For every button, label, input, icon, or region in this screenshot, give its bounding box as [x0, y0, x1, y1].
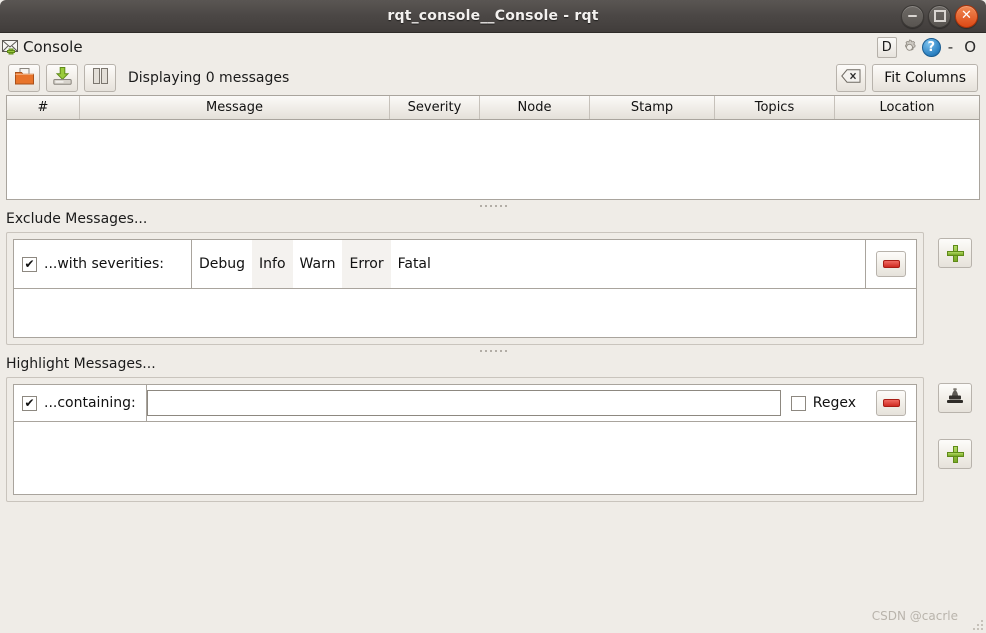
exclude-filter-area: ✔ ...with severities: Debug Info Warn Error…	[6, 232, 980, 345]
severity-item-fatal[interactable]: Fatal	[391, 240, 438, 288]
watermark: CSDN @cacrle	[871, 609, 958, 623]
exclude-filter-empty-area	[14, 289, 916, 337]
pause-button[interactable]	[84, 64, 116, 92]
app-window: rqt_console__Console - rqt ✕ Console D ?…	[0, 0, 986, 633]
regex-cell: ✔ Regex	[780, 385, 866, 421]
title-bar: rqt_console__Console - rqt ✕	[0, 0, 986, 33]
window-controls: ✕	[901, 0, 978, 32]
maximize-icon	[933, 10, 946, 22]
close-icon: ✕	[961, 8, 972, 23]
regex-checkbox[interactable]: ✔	[790, 395, 806, 411]
message-table-header: # Message Severity Node Stamp Topics Location	[7, 96, 979, 120]
highlight-rule-check-cell: ✔ ...containing:	[14, 385, 147, 421]
highlight-rule-label: ...containing:	[44, 395, 136, 411]
splitter-grip-2	[479, 349, 507, 352]
gear-icon[interactable]	[900, 38, 919, 57]
dock-d-button[interactable]: D	[876, 36, 897, 58]
plus-icon	[946, 445, 964, 463]
exclude-rule-check-cell: ✔ ...with severities:	[14, 240, 192, 288]
severity-item-debug[interactable]: Debug	[192, 240, 252, 288]
highlight-section-label: Highlight Messages...	[6, 356, 156, 372]
highlight-exclusion-toggle-button[interactable]	[938, 383, 972, 413]
splitter-handle-bottom[interactable]	[0, 345, 986, 356]
exclude-remove-button[interactable]	[876, 251, 906, 277]
exclude-section-label: Exclude Messages...	[6, 211, 148, 227]
envelope-plus-icon	[2, 39, 22, 55]
dock-title-group: Console	[2, 38, 83, 56]
close-button[interactable]: ✕	[955, 4, 978, 28]
save-to-disk-icon	[52, 67, 72, 89]
column-header-topics[interactable]: Topics	[715, 96, 835, 119]
splitter-grip	[479, 204, 507, 207]
highlight-rule-checkbox[interactable]: ✔	[22, 395, 37, 411]
maximize-button[interactable]	[928, 4, 951, 28]
window-title: rqt_console__Console - rqt	[387, 8, 599, 24]
minus-icon	[882, 260, 900, 268]
help-icon[interactable]: ?	[921, 37, 941, 57]
toolbar-right-group: Fit Columns	[836, 64, 978, 92]
highlight-remove-cell	[866, 385, 916, 421]
resize-grip[interactable]	[971, 618, 983, 630]
message-table-body[interactable]	[7, 120, 979, 199]
highlight-filter-inner: ✔ ...containing: ✔ Regex	[13, 384, 917, 495]
highlight-remove-button[interactable]	[876, 390, 906, 416]
console-toolbar: Displaying 0 messages Fit Columns	[0, 61, 986, 95]
plus-icon	[946, 244, 964, 262]
exclude-side-buttons	[930, 232, 980, 268]
exclude-rule-label: ...with severities:	[44, 256, 164, 272]
exclude-filter-box: ✔ ...with severities: Debug Info Warn Error…	[6, 232, 924, 345]
highlight-filter-area: ✔ ...containing: ✔ Regex	[6, 377, 980, 502]
minus-icon	[882, 399, 900, 407]
highlight-rule-row: ✔ ...containing: ✔ Regex	[14, 385, 916, 422]
clear-messages-icon	[841, 69, 861, 87]
open-file-icon	[14, 67, 34, 89]
highlight-filter-empty-area	[14, 422, 916, 494]
highlight-add-button[interactable]	[938, 439, 972, 469]
column-header-location[interactable]: Location	[835, 96, 979, 119]
dock-float-button[interactable]: -	[944, 38, 957, 56]
exclude-rule-row: ✔ ...with severities: Debug Info Warn Error…	[14, 240, 916, 289]
dock-tool-buttons: D ? - O	[876, 36, 980, 58]
dock-title-label: Console	[23, 38, 83, 56]
highlight-text-input[interactable]	[146, 390, 781, 416]
column-header-node[interactable]: Node	[480, 96, 590, 119]
message-table: # Message Severity Node Stamp Topics Location	[6, 95, 980, 200]
pause-icon	[92, 68, 109, 88]
column-header-severity[interactable]: Severity	[390, 96, 480, 119]
splitter-handle-top[interactable]	[0, 200, 986, 211]
dock-close-button[interactable]: O	[960, 38, 980, 56]
minimize-button[interactable]	[901, 4, 924, 28]
open-file-button[interactable]	[8, 64, 40, 92]
message-count-status: Displaying 0 messages	[128, 70, 290, 86]
severity-list-filler	[437, 240, 865, 288]
column-header-stamp[interactable]: Stamp	[590, 96, 715, 119]
severity-list[interactable]: Debug Info Warn Error Fatal	[192, 240, 865, 288]
column-header-[interactable]: #	[7, 96, 80, 119]
highlight-filter-box: ✔ ...containing: ✔ Regex	[6, 377, 924, 502]
severity-item-error[interactable]: Error	[342, 240, 391, 288]
exclude-add-button[interactable]	[938, 238, 972, 268]
minimize-icon	[908, 15, 917, 17]
clear-messages-button[interactable]	[836, 64, 867, 92]
regex-label: Regex	[812, 395, 856, 411]
save-messages-button[interactable]	[46, 64, 78, 92]
fit-columns-button[interactable]: Fit Columns	[872, 64, 978, 92]
exclude-rule-checkbox[interactable]: ✔	[22, 256, 37, 272]
dock-header: Console D ? - O	[0, 33, 986, 61]
column-header-message[interactable]: Message	[80, 96, 390, 119]
exclude-filter-inner: ✔ ...with severities: Debug Info Warn Error…	[13, 239, 917, 338]
severity-item-info[interactable]: Info	[252, 240, 293, 288]
stamp-icon	[945, 387, 965, 409]
highlight-side-buttons	[930, 377, 980, 469]
severity-item-warn[interactable]: Warn	[293, 240, 343, 288]
exclude-remove-cell	[865, 240, 916, 288]
